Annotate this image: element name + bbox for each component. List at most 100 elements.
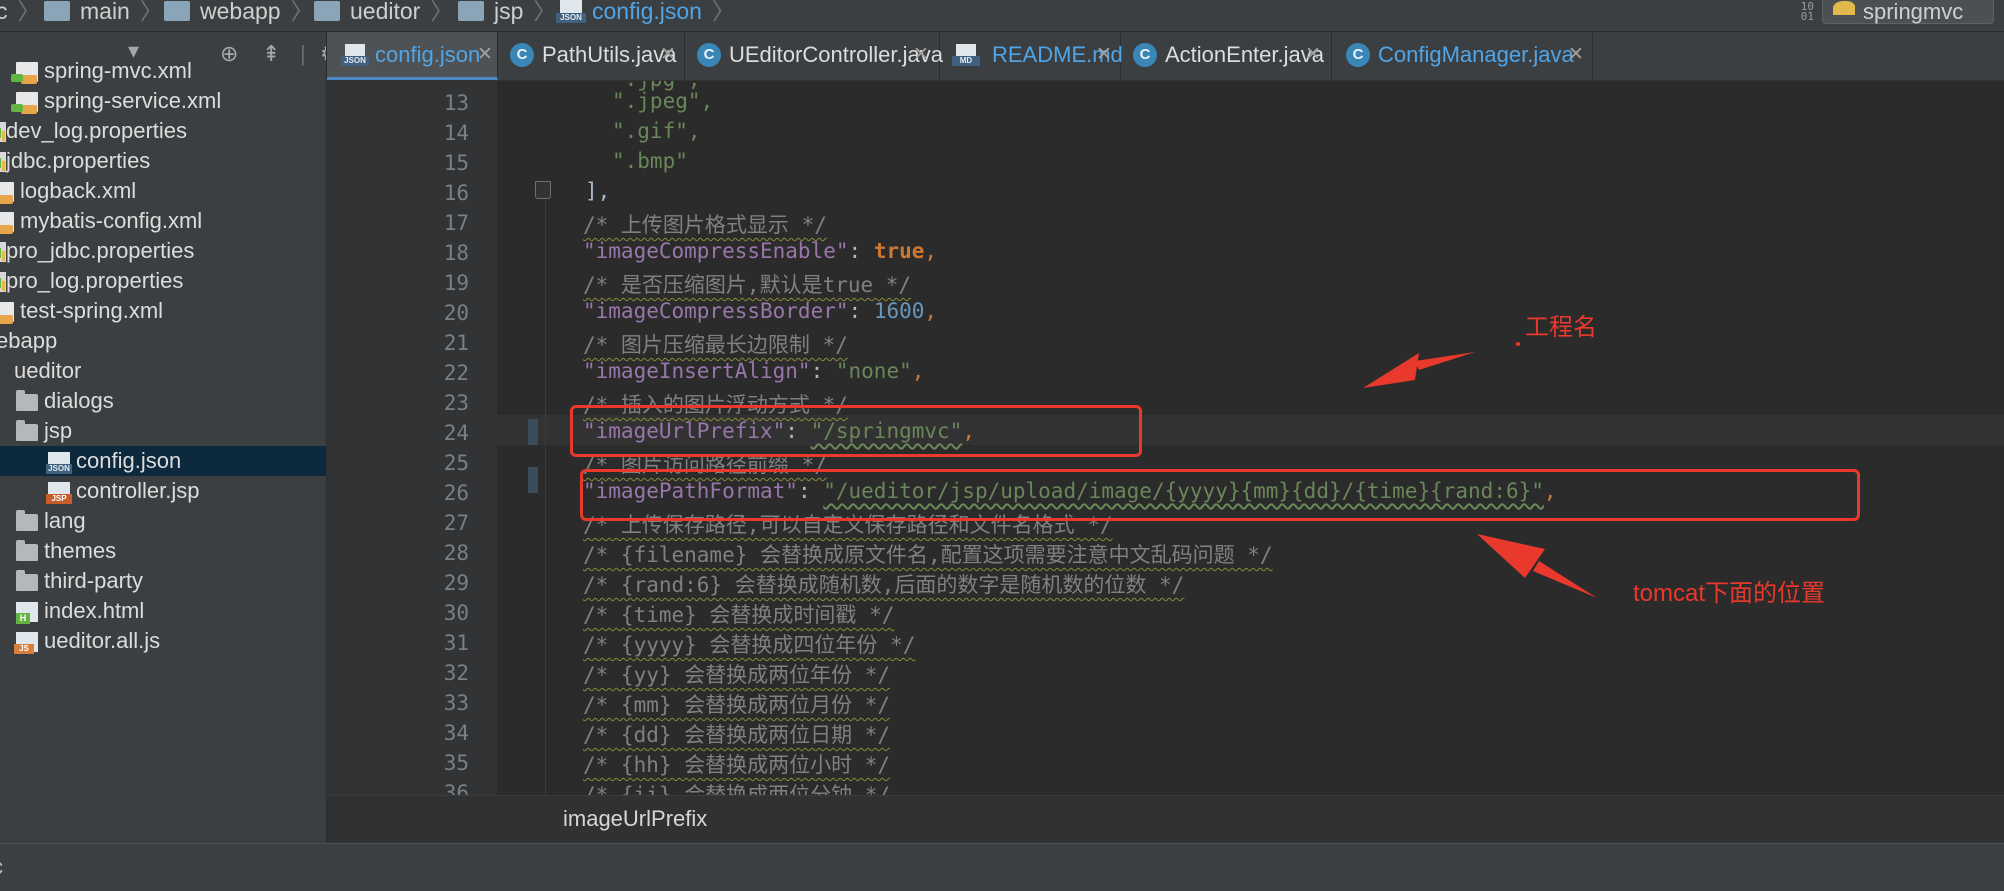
html-file-icon	[16, 602, 38, 624]
tree-item[interactable]: themes	[0, 536, 326, 566]
run-config-label: springmvc	[1863, 0, 1964, 24]
tree-item-label: index.html	[44, 598, 145, 623]
tree-item-label: logback.xml	[20, 178, 137, 203]
annotation-tomcat-location: tomcat下面的位置	[1633, 580, 1826, 607]
status-text: c	[0, 854, 3, 880]
xml-file-icon	[11, 92, 38, 114]
tree-item-label: test-spring.xml	[20, 298, 164, 323]
close-icon[interactable]: ✕	[1568, 32, 1584, 78]
tree-item[interactable]: jdbc.properties	[0, 146, 326, 176]
tab-config-json[interactable]: JSON config.json ✕	[327, 32, 498, 80]
tree-item-label: third-party	[44, 568, 144, 593]
json-file-icon: JSON	[556, 0, 586, 23]
tree-item[interactable]: ueditor.all.js	[0, 626, 326, 656]
tree-item-label: dev_log.properties	[6, 118, 188, 143]
tree-item-label: jsp	[44, 418, 73, 443]
arrow-shaft	[1415, 352, 1475, 370]
tree-item-label: dialogs	[44, 388, 114, 413]
tree-item[interactable]: pro_log.properties	[0, 266, 326, 296]
tree-item[interactable]: third-party	[0, 566, 326, 596]
tab-configmanager[interactable]: C ConfigManager.java ✕	[1332, 32, 1593, 80]
tree-item[interactable]: pro_jdbc.properties	[0, 236, 326, 266]
navigation-bar: c〉 main〉 webapp〉 ueditor〉 jsp〉 JSONconfi…	[0, 0, 2004, 32]
tree-item[interactable]: lang	[0, 506, 326, 536]
tree-item-label: themes	[44, 538, 117, 563]
json-file-icon: JSON	[341, 44, 369, 66]
breadcrumb-item[interactable]: webapp 〉	[164, 0, 322, 24]
close-icon[interactable]: ✕	[477, 32, 493, 78]
js-file-icon	[14, 632, 38, 654]
breadcrumb-key[interactable]: imageUrlPrefix	[563, 806, 707, 832]
tab-ueditorcontroller[interactable]: C UEditorController.java ✕	[685, 32, 943, 80]
breadcrumb-item-current[interactable]: JSON config.json 〉	[556, 0, 743, 24]
close-icon[interactable]: ✕	[1305, 32, 1321, 78]
editor-breadcrumb: imageUrlPrefix	[327, 795, 2004, 843]
binary-icon[interactable]: 10 01	[1801, 1, 1814, 22]
tree-item-label: mybatis-config.xml	[20, 208, 203, 233]
tree-item[interactable]: dev_log.properties	[0, 116, 326, 146]
tree-item-label: config.json	[76, 448, 182, 473]
breadcrumb-item[interactable]: jsp 〉	[458, 0, 564, 24]
run-config-icon	[1833, 1, 1855, 15]
code-editor[interactable]: 13 14 15 16 17 18 19 20 21 22 23 24 25 26 27 28 29 30 31 32…	[327, 81, 2004, 795]
tree-item[interactable]: config.json	[0, 446, 326, 476]
close-icon[interactable]: ✕	[913, 32, 929, 78]
annotation-arrows	[1363, 342, 1597, 598]
tab-pathutils[interactable]: C PathUtils.java ✕	[498, 32, 685, 80]
folder-icon	[314, 1, 340, 21]
tab-readme[interactable]: MD README.md ✕	[940, 32, 1123, 80]
close-icon[interactable]: ✕	[1096, 32, 1112, 78]
tree-item[interactable]: controller.jsp	[0, 476, 326, 506]
tab-actionenter[interactable]: C ActionEnter.java ✕	[1121, 32, 1332, 80]
tree-item-label: pro_log.properties	[6, 268, 184, 293]
tree-item-label: controller.jsp	[76, 478, 200, 503]
annotation-project-name: 工程名	[1525, 314, 1597, 341]
project-panel: ▾ ⊕ ⇞ | ⚙ spring-mvc.xmlspring-service.x…	[0, 32, 326, 844]
close-icon[interactable]: ✕	[660, 32, 676, 78]
xml-file-icon	[0, 212, 14, 234]
folder-icon	[164, 1, 190, 21]
json-file-icon	[46, 452, 72, 474]
tree-item[interactable]: logback.xml	[0, 176, 326, 206]
arrow-shaft	[1533, 561, 1597, 598]
tree-item[interactable]: ebapp	[0, 326, 326, 356]
java-class-icon: C	[510, 43, 534, 67]
tree-item-label: lang	[44, 508, 86, 533]
tree-item-label: spring-mvc.xml	[44, 58, 192, 83]
tree-item-label: ebapp	[0, 328, 58, 353]
markdown-file-icon: MD	[952, 44, 980, 66]
breadcrumb-item[interactable]: ueditor 〉	[314, 0, 461, 24]
arrow-head	[1363, 353, 1419, 388]
java-class-icon: C	[1133, 43, 1157, 67]
tree-item[interactable]: spring-mvc.xml	[0, 56, 326, 86]
tree-item-label: spring-service.xml	[44, 88, 222, 113]
jsp-file-icon	[46, 482, 72, 504]
breadcrumb-item[interactable]: c〉	[0, 0, 49, 24]
tree-item-label: ueditor.all.js	[44, 628, 161, 653]
tree-item-label: jdbc.properties	[6, 148, 151, 173]
folder-icon	[458, 1, 484, 21]
xml-file-icon	[0, 182, 14, 204]
folder-icon	[44, 1, 70, 21]
java-class-icon: C	[697, 43, 721, 67]
tree-item[interactable]: test-spring.xml	[0, 296, 326, 326]
run-configuration-selector[interactable]: springmvc	[1822, 0, 1994, 24]
breadcrumb-item[interactable]: main 〉	[44, 0, 171, 24]
xml-file-icon	[0, 302, 14, 324]
editor-tabs: JSON config.json ✕ C PathUtils.java ✕ C …	[327, 32, 2004, 81]
tree-item[interactable]: jsp	[0, 416, 326, 446]
java-class-icon: C	[1346, 43, 1370, 67]
tree-item-label: ueditor	[14, 358, 82, 383]
tree-item[interactable]: spring-service.xml	[0, 86, 326, 116]
status-bar: c	[0, 843, 2004, 891]
folder-icon	[16, 390, 38, 411]
folder-icon	[16, 510, 38, 531]
tree-item[interactable]: dialogs	[0, 386, 326, 416]
folder-icon	[16, 540, 38, 561]
tree-item[interactable]: ueditor	[0, 356, 326, 386]
tree-item-label: pro_jdbc.properties	[6, 238, 195, 263]
tree-item[interactable]: mybatis-config.xml	[0, 206, 326, 236]
tree-item[interactable]: index.html	[0, 596, 326, 626]
xml-file-icon	[11, 62, 38, 84]
folder-icon	[16, 570, 38, 591]
